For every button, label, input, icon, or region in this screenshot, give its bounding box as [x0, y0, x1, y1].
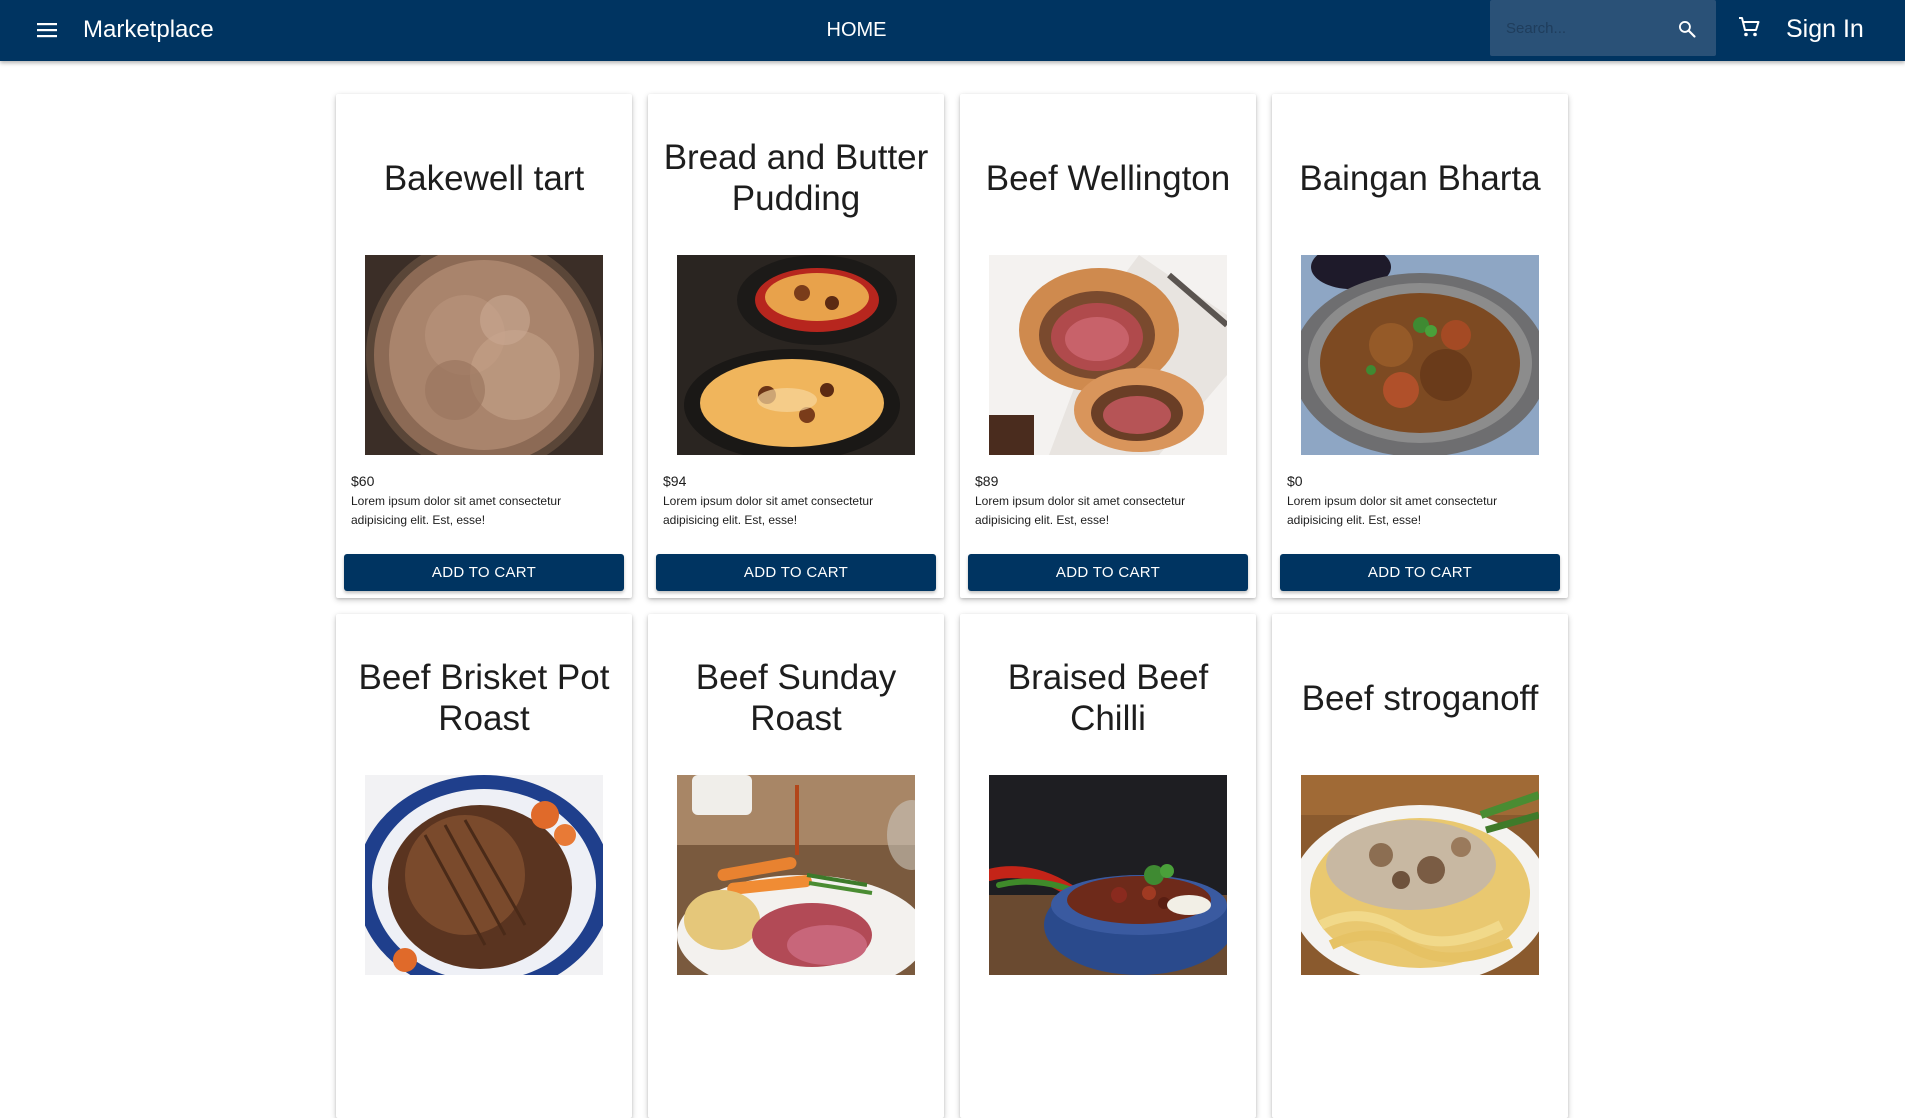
- cart-button[interactable]: [1734, 12, 1764, 42]
- product-image: [1301, 775, 1539, 975]
- product-description: Lorem ipsum dolor sit amet consectetur a…: [663, 494, 874, 527]
- sign-in-link[interactable]: Sign In: [1786, 13, 1864, 45]
- product-title: Braised Beef Chilli: [1007, 658, 1209, 738]
- product-price: $0: [1287, 473, 1303, 489]
- top-app-bar: Marketplace HOME Sign In: [0, 0, 1905, 61]
- product-description: Lorem ipsum dolor sit amet consectetur a…: [1287, 494, 1498, 527]
- product-card: Baingan Bharta $0 Lorem ipsum dolor sit …: [1272, 94, 1568, 598]
- product-card: Beef Brisket Pot Roast: [336, 614, 632, 1118]
- add-to-cart-button[interactable]: ADD TO CART: [968, 554, 1248, 591]
- product-description: Lorem ipsum dolor sit amet consectetur a…: [351, 494, 562, 527]
- menu-button[interactable]: [30, 16, 64, 44]
- product-card: Beef Wellington $89 Lorem ipsum dolor si…: [960, 94, 1256, 598]
- product-image: [365, 255, 603, 455]
- product-title: Beef Wellington: [985, 158, 1231, 198]
- product-price: $60: [351, 473, 375, 489]
- product-card: Bread and Butter Pudding $94 Lorem ipsum…: [648, 94, 944, 598]
- brand-title[interactable]: Marketplace: [83, 15, 214, 45]
- product-title: Bread and Butter Pudding: [663, 138, 929, 218]
- product-image: [677, 255, 915, 455]
- product-description: Lorem ipsum dolor sit amet consectetur a…: [975, 494, 1186, 527]
- product-card: Beef Sunday Roast: [648, 614, 944, 1118]
- product-title: Bakewell tart: [383, 158, 585, 198]
- product-grid: Bakewell tart $60 Lorem ipsum dolor sit …: [336, 94, 1570, 1118]
- search-box: [1490, 0, 1716, 56]
- product-title: Beef stroganoff: [1301, 678, 1539, 718]
- product-image: [365, 775, 603, 975]
- product-price: $94: [663, 473, 687, 489]
- product-card: Braised Beef Chilli: [960, 614, 1256, 1118]
- add-to-cart-button[interactable]: ADD TO CART: [656, 554, 936, 591]
- search-button[interactable]: [1674, 16, 1700, 42]
- add-to-cart-button[interactable]: ADD TO CART: [1280, 554, 1560, 591]
- product-card: Bakewell tart $60 Lorem ipsum dolor sit …: [336, 94, 632, 598]
- add-to-cart-button[interactable]: ADD TO CART: [344, 554, 624, 591]
- menu-icon: [37, 23, 57, 38]
- product-image: [1301, 255, 1539, 455]
- search-icon: [1679, 21, 1696, 38]
- product-title: Baingan Bharta: [1299, 158, 1541, 198]
- product-title: Beef Sunday Roast: [695, 658, 897, 738]
- product-image: [989, 775, 1227, 975]
- product-card: Beef stroganoff: [1272, 614, 1568, 1118]
- product-price: $89: [975, 473, 999, 489]
- product-image: [989, 255, 1227, 455]
- cart-icon: [1739, 17, 1760, 37]
- product-title: Beef Brisket Pot Roast: [358, 658, 610, 738]
- product-image: [677, 775, 915, 975]
- search-input[interactable]: [1504, 16, 1664, 40]
- nav-home-link[interactable]: HOME: [800, 17, 913, 43]
